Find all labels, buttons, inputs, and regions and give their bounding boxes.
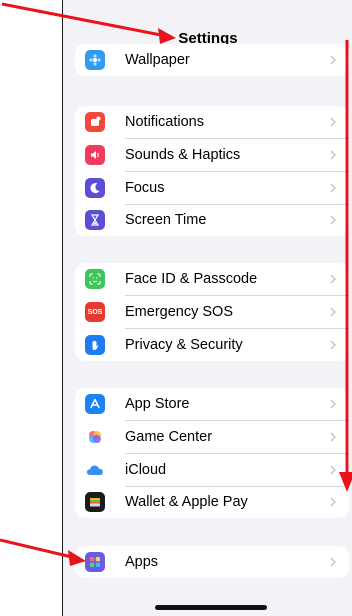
annotation-arrow-apps xyxy=(0,538,86,566)
